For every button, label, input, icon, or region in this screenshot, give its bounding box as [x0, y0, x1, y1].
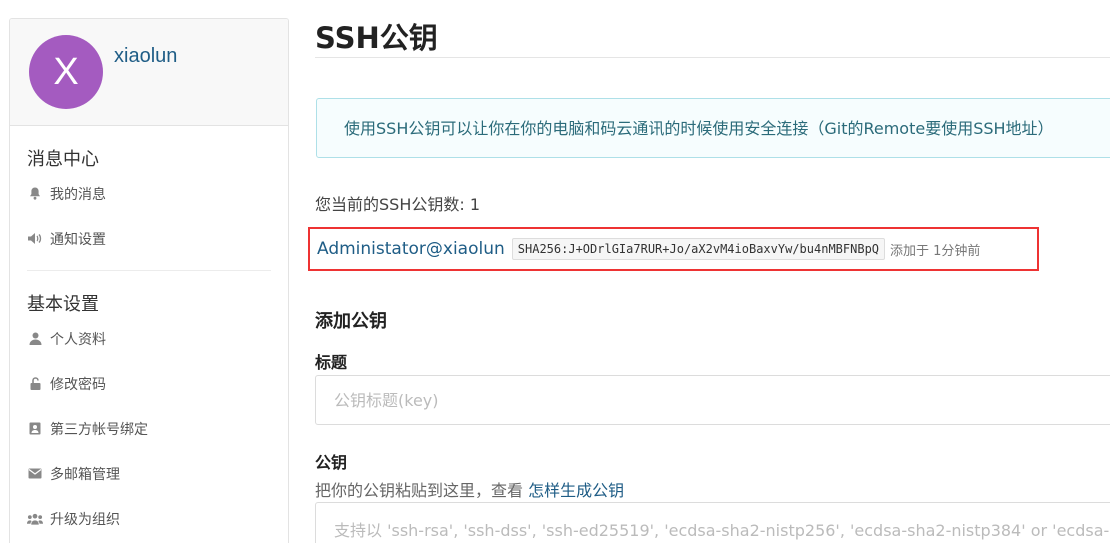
ssh-key-fingerprint: SHA256:J+ODrlGIa7RUR+Jo/aX2vM4ioBaxvYw/b… — [511, 238, 886, 260]
profile-card: X xiaolun — [10, 19, 288, 126]
group-icon — [27, 511, 43, 527]
page-title: SSH公钥 — [315, 21, 438, 55]
title-label: 标题 — [315, 353, 348, 372]
lock-icon — [27, 376, 43, 392]
add-key-heading: 添加公钥 — [315, 311, 387, 332]
sidebar-item-label: 修改密码 — [50, 376, 106, 393]
ssh-key-row: Administator@xiaolun SHA256:J+ODrlGIa7RU… — [308, 227, 1039, 271]
sidebar-item-label: 个人资料 — [50, 331, 106, 348]
sidebar-item-third-party[interactable]: 第三方帐号绑定 — [27, 406, 271, 451]
sidebar-item-my-messages[interactable]: 我的消息 — [27, 171, 271, 216]
sidebar-item-label: 升级为组织 — [50, 511, 120, 528]
key-title-input[interactable] — [315, 375, 1110, 425]
sidebar-item-upgrade-org[interactable]: 升级为组织 — [27, 496, 271, 541]
sidebar-item-label: 多邮箱管理 — [50, 466, 120, 483]
sidebar-item-change-password[interactable]: 修改密码 — [27, 361, 271, 406]
sidebar-section-messages: 消息中心 我的消息 通知设置 — [10, 126, 288, 271]
main-content: SSH公钥 使用SSH公钥可以让你在你的电脑和码云通讯的时候使用安全连接（Git… — [308, 0, 1110, 543]
key-label: 公钥 — [315, 453, 348, 472]
sidebar-item-label: 我的消息 — [50, 186, 106, 203]
sidebar-item-profile[interactable]: 个人资料 — [27, 316, 271, 361]
ssh-key-count: 您当前的SSH公钥数: 1 — [315, 195, 481, 214]
sidebar-item-label: 通知设置 — [50, 231, 106, 248]
key-hint: 把你的公钥粘贴到这里，查看 怎样生成公钥 — [315, 477, 624, 501]
sidebar: X xiaolun 消息中心 我的消息 通知设置 基本设置 个人资料 修改密码 … — [9, 18, 289, 543]
avatar[interactable]: X — [29, 35, 103, 109]
ssh-key-name-link[interactable]: Administator@xiaolun — [317, 239, 505, 259]
bell-icon — [27, 186, 43, 202]
title-divider — [315, 57, 1110, 58]
sidebar-section-basic: 基本设置 个人资料 修改密码 第三方帐号绑定 多邮箱管理 升级为组织 — [10, 271, 288, 541]
id-card-icon — [27, 421, 43, 437]
envelope-icon — [27, 466, 43, 482]
sidebar-item-notification-settings[interactable]: 通知设置 — [27, 216, 271, 261]
sidebar-item-label: 第三方帐号绑定 — [50, 421, 148, 438]
how-to-generate-key-link[interactable]: 怎样生成公钥 — [528, 481, 624, 500]
username-link[interactable]: xiaolun — [114, 45, 177, 68]
speaker-icon — [27, 231, 43, 247]
key-hint-text: 把你的公钥粘贴到这里，查看 — [315, 481, 529, 500]
page: X xiaolun 消息中心 我的消息 通知设置 基本设置 个人资料 修改密码 … — [0, 0, 1110, 543]
user-icon — [27, 331, 43, 347]
ssh-key-added-time: 添加于 1分钟前 — [890, 243, 981, 259]
info-message: 使用SSH公钥可以让你在你的电脑和码云通讯的时候使用安全连接（Git的Remot… — [316, 98, 1110, 158]
public-key-textarea[interactable] — [315, 502, 1110, 543]
sidebar-item-emails[interactable]: 多邮箱管理 — [27, 451, 271, 496]
